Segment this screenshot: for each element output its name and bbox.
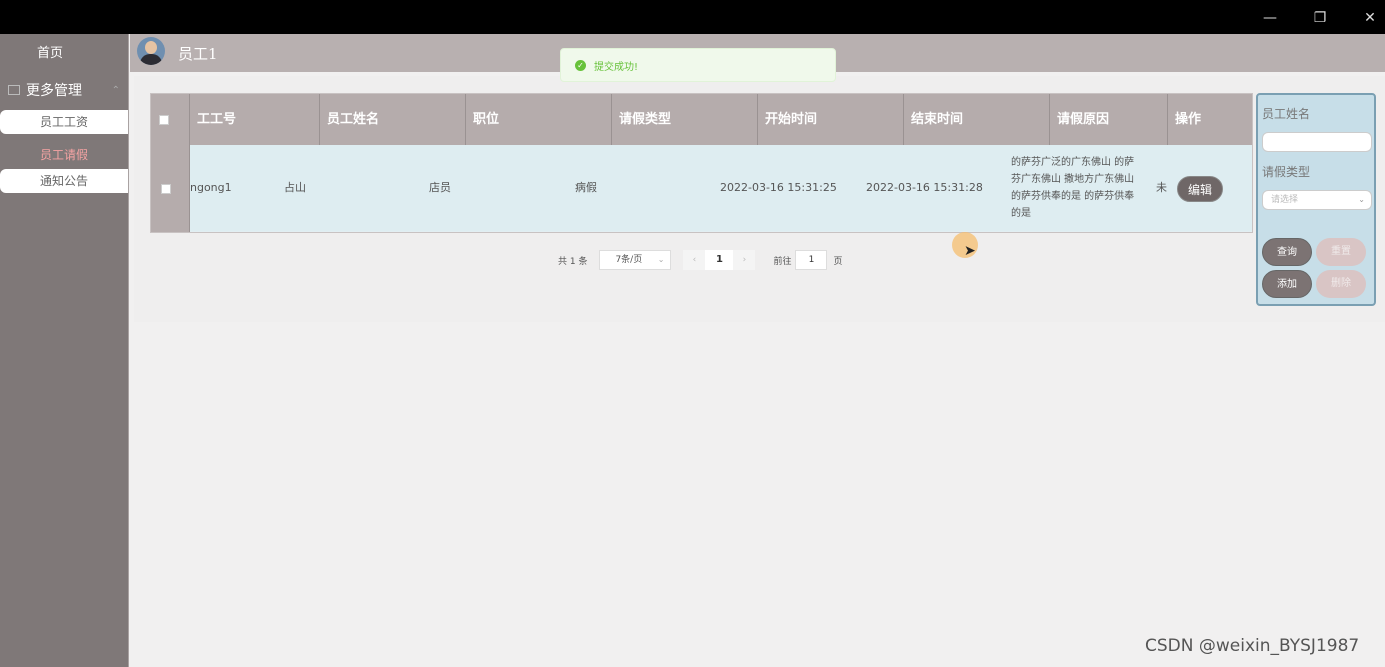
sidebar-item-home[interactable]: 首页 [0,42,100,61]
chevron-down-icon: ⌄ [657,255,665,264]
check-circle-icon: ✓ [575,59,586,71]
cell-start-time: 2022-03-16 15:31:25 [720,181,837,194]
type-filter-select[interactable]: 请选择 ⌄ [1262,190,1372,210]
cell-name: 占山 [284,181,306,194]
add-button[interactable]: 添加 [1262,270,1312,298]
close-icon[interactable]: ✕ [1360,8,1380,28]
watermark: CSDN @weixin_BYSJ1987 [1145,636,1360,656]
actions-column [1165,94,1252,232]
table-row: ngong1 占山 店员 病假 2022-03-16 15:31:25 2022… [190,145,1252,231]
minimize-icon[interactable]: — [1260,8,1280,28]
edit-button[interactable]: 编辑 [1177,176,1223,202]
page-suffix: 页 [833,256,843,267]
pagination-total: 共 1 条 [558,256,588,267]
menu-icon [8,85,20,95]
current-page[interactable]: 1 [705,250,734,270]
reset-button[interactable]: 重置 [1316,238,1366,266]
col-start-time: 开始时间 [758,94,904,145]
search-panel: 员工姓名 请假类型 请选择 ⌄ 查询 重置 添加 删除 [1256,93,1376,306]
sidebar: 首页 更多管理 ⌃ 员工工资 员工请假 通知公告 [0,34,129,667]
next-page-icon[interactable]: › [733,250,756,270]
success-toast: ✓ 提交成功! [560,48,836,82]
col-position: 职位 [466,94,612,145]
sidebar-item-notice[interactable]: 通知公告 [0,169,128,193]
col-name: 员工姓名 [320,94,466,145]
goto-page-input[interactable]: 1 [795,250,828,270]
page-size-select[interactable]: 7条/页 ⌄ [599,250,672,270]
avatar-head [145,41,157,54]
type-filter-label: 请假类型 [1262,165,1311,179]
name-filter-input[interactable] [1262,132,1372,152]
toast-message: 提交成功! [594,61,639,73]
chevron-down-icon: ⌄ [1358,195,1365,204]
query-button[interactable]: 查询 [1262,238,1312,266]
name-filter-label: 员工姓名 [1262,107,1311,121]
select-all-checkbox[interactable] [159,115,169,125]
row-checkbox[interactable] [161,184,171,194]
leave-table: 工工号 员工姓名 职位 请假类型 开始时间 结束时间 请假原因 操作 ngong… [150,93,1253,233]
mouse-pointer-icon: ➤ [964,243,976,259]
delete-button[interactable]: 删除 [1316,270,1366,298]
avatar[interactable] [137,37,165,65]
cell-position: 店员 [429,181,451,194]
col-leave-type: 请假类型 [612,94,758,145]
cell-emp-no: ngong1 [190,181,232,194]
type-filter-placeholder: 请选择 [1271,195,1299,205]
username: 员工1 [178,45,218,63]
table-header: 工工号 员工姓名 职位 请假类型 开始时间 结束时间 请假原因 操作 [151,94,1252,145]
col-end-time: 结束时间 [904,94,1050,145]
col-emp-no: 工工号 [190,94,320,145]
restore-icon[interactable]: ❐ [1310,8,1330,28]
cell-end-time: 2022-03-16 15:31:28 [866,181,983,194]
sidebar-group-more[interactable]: 更多管理 ⌃ [8,80,120,100]
col-reason: 请假原因 [1050,94,1168,145]
window-titlebar: — ❐ ✕ [0,0,1385,34]
prev-page-icon[interactable]: ‹ [683,250,706,270]
goto-label: 前往 [773,256,792,267]
cell-leave-type: 病假 [575,181,597,194]
page-size-value: 7条/页 [615,255,643,265]
avatar-body [140,54,162,65]
sidebar-item-leave[interactable]: 员工请假 [0,143,128,167]
sidebar-item-salary[interactable]: 员工工资 [0,110,128,134]
sidebar-group-label: 更多管理 [26,83,82,99]
chevron-up-icon: ⌃ [111,84,120,96]
pagination: 共 1 条 7条/页 ⌄ ‹ 1 › 前往 1 页 [558,250,842,270]
cell-reason: 的萨芬广泛的广东佛山 的萨芬广东佛山 撒地方广东佛山的萨芬供奉的是 的萨芬供奉的… [1011,157,1135,219]
